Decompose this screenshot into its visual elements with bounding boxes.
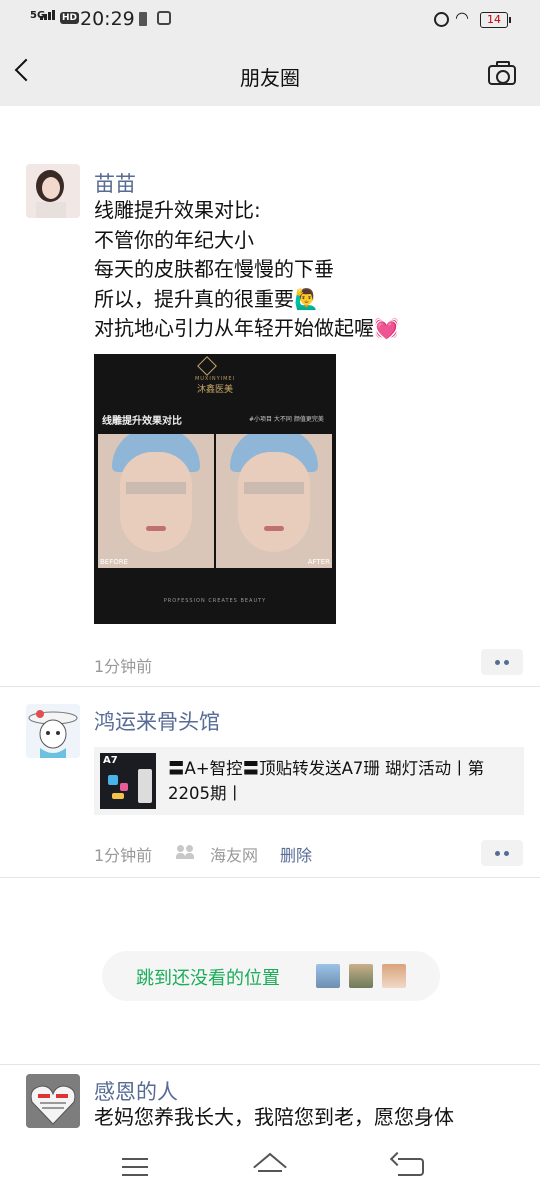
avatar-image — [26, 704, 80, 758]
more-actions-button[interactable] — [481, 840, 523, 866]
image-caption: 线雕提升效果对比 — [102, 416, 182, 427]
alarm-icon — [434, 12, 449, 27]
system-nav-bar — [0, 1132, 540, 1200]
jump-label: 跳到还没看的位置 — [136, 968, 280, 989]
friends-visibility-icon — [176, 845, 194, 859]
shared-link-card[interactable]: A7 〓A+智控〓顶贴转发送A7珊 瑚灯活动丨第2205期丨 — [94, 747, 524, 815]
image-footer: PROFESSION CREATES BEAUTY — [163, 598, 267, 604]
post-author[interactable]: 苗苗 — [94, 168, 136, 198]
avatar[interactable] — [26, 1074, 80, 1128]
avatar[interactable] — [26, 704, 80, 758]
status-bar: 5G HD 20:29 ◠ 14 — [0, 0, 540, 40]
nav-header: 朋友圈 — [0, 40, 540, 106]
post-text: 线雕提升效果对比: 不管你的年纪大小 每天的皮肤都在慢慢的下垂 所以，提升真的很… — [94, 198, 399, 340]
post-source[interactable]: 海友网 — [210, 842, 258, 866]
thumbnail-label: A7 — [103, 755, 118, 766]
shared-link-title: 〓A+智控〓顶贴转发送A7珊 瑚灯活动丨第2205期丨 — [168, 759, 485, 803]
image-tagline: #小项目 大不同 颜值更完美 — [249, 416, 324, 423]
more-actions-button[interactable] — [481, 649, 523, 675]
brand-name: 沐鑫医美 — [196, 385, 233, 395]
before-label: BEFORE — [100, 558, 129, 566]
top-bar: 5G HD 20:29 ◠ 14 朋友圈 — [0, 0, 540, 106]
after-label: AFTER — [307, 558, 330, 566]
brand-logo-icon — [197, 356, 217, 376]
post-time: 1分钟前 — [94, 846, 153, 865]
camera-icon[interactable] — [488, 61, 516, 85]
avatar-image — [26, 164, 80, 218]
jump-to-unread-button[interactable]: 跳到还没看的位置 — [102, 951, 440, 1001]
divider — [0, 686, 540, 687]
before-photo: BEFORE — [98, 434, 214, 568]
friend-avatar-icon — [382, 964, 406, 988]
post-time: 1分钟前 — [94, 657, 153, 676]
post-author[interactable]: 感恩的人 — [94, 1076, 178, 1106]
delete-button[interactable]: 删除 — [280, 842, 312, 866]
avatar[interactable] — [26, 164, 80, 218]
status-time: 20:29 — [80, 8, 135, 30]
hd-badge: HD — [60, 12, 80, 24]
notification-app-icon — [157, 11, 171, 25]
home-icon[interactable] — [254, 1154, 286, 1176]
sim-icon — [139, 12, 147, 26]
menu-icon[interactable] — [122, 1158, 148, 1176]
after-photo: AFTER — [216, 434, 332, 568]
post-meta: 1分钟前 海友网 删除 — [94, 842, 312, 866]
divider — [0, 1064, 540, 1065]
divider — [0, 877, 540, 878]
shared-link-thumbnail: A7 — [100, 753, 156, 809]
avatar-image — [26, 1074, 80, 1128]
friend-avatar-icon — [316, 964, 340, 988]
home-icon-base — [258, 1170, 282, 1172]
battery-icon: 14 — [480, 12, 511, 28]
page-title: 朋友圈 — [240, 66, 300, 90]
friend-avatar-icon — [349, 964, 373, 988]
post-image[interactable]: MUXINYIMEI 沐鑫医美 线雕提升效果对比 #小项目 大不同 颜值更完美 … — [94, 354, 336, 624]
post-author[interactable]: 鸿运来骨头馆 — [94, 706, 220, 736]
wifi-icon: ◠ — [455, 8, 469, 27]
back-nav-icon[interactable] — [398, 1158, 424, 1176]
